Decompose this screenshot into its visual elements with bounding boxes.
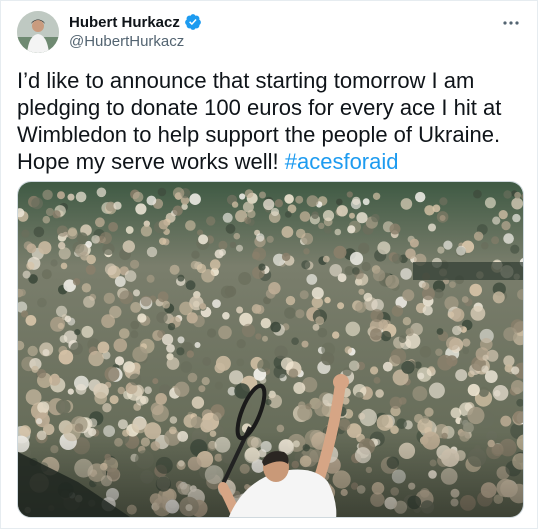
player-avatar-icon — [17, 11, 59, 53]
avatar[interactable] — [17, 11, 59, 53]
tweet-body-text: I’d like to announce that starting tomor… — [17, 68, 502, 174]
tweet-text: I’d like to announce that starting tomor… — [17, 67, 522, 175]
author-display-name[interactable]: Hubert Hurkacz — [69, 14, 180, 31]
author-name-row: Hubert Hurkacz — [69, 13, 202, 31]
tweet-card: Hubert Hurkacz @HubertHurkacz I’d like t… — [0, 0, 538, 529]
tweet-photo[interactable] — [17, 181, 524, 518]
verified-badge-icon — [184, 14, 201, 30]
hashtag-link[interactable]: #acesforaid — [285, 149, 399, 174]
photo-tennis-serve — [18, 182, 523, 517]
author-handle[interactable]: @HubertHurkacz — [69, 33, 184, 50]
more-options-button[interactable] — [501, 13, 521, 33]
more-options-icon — [503, 21, 519, 25]
